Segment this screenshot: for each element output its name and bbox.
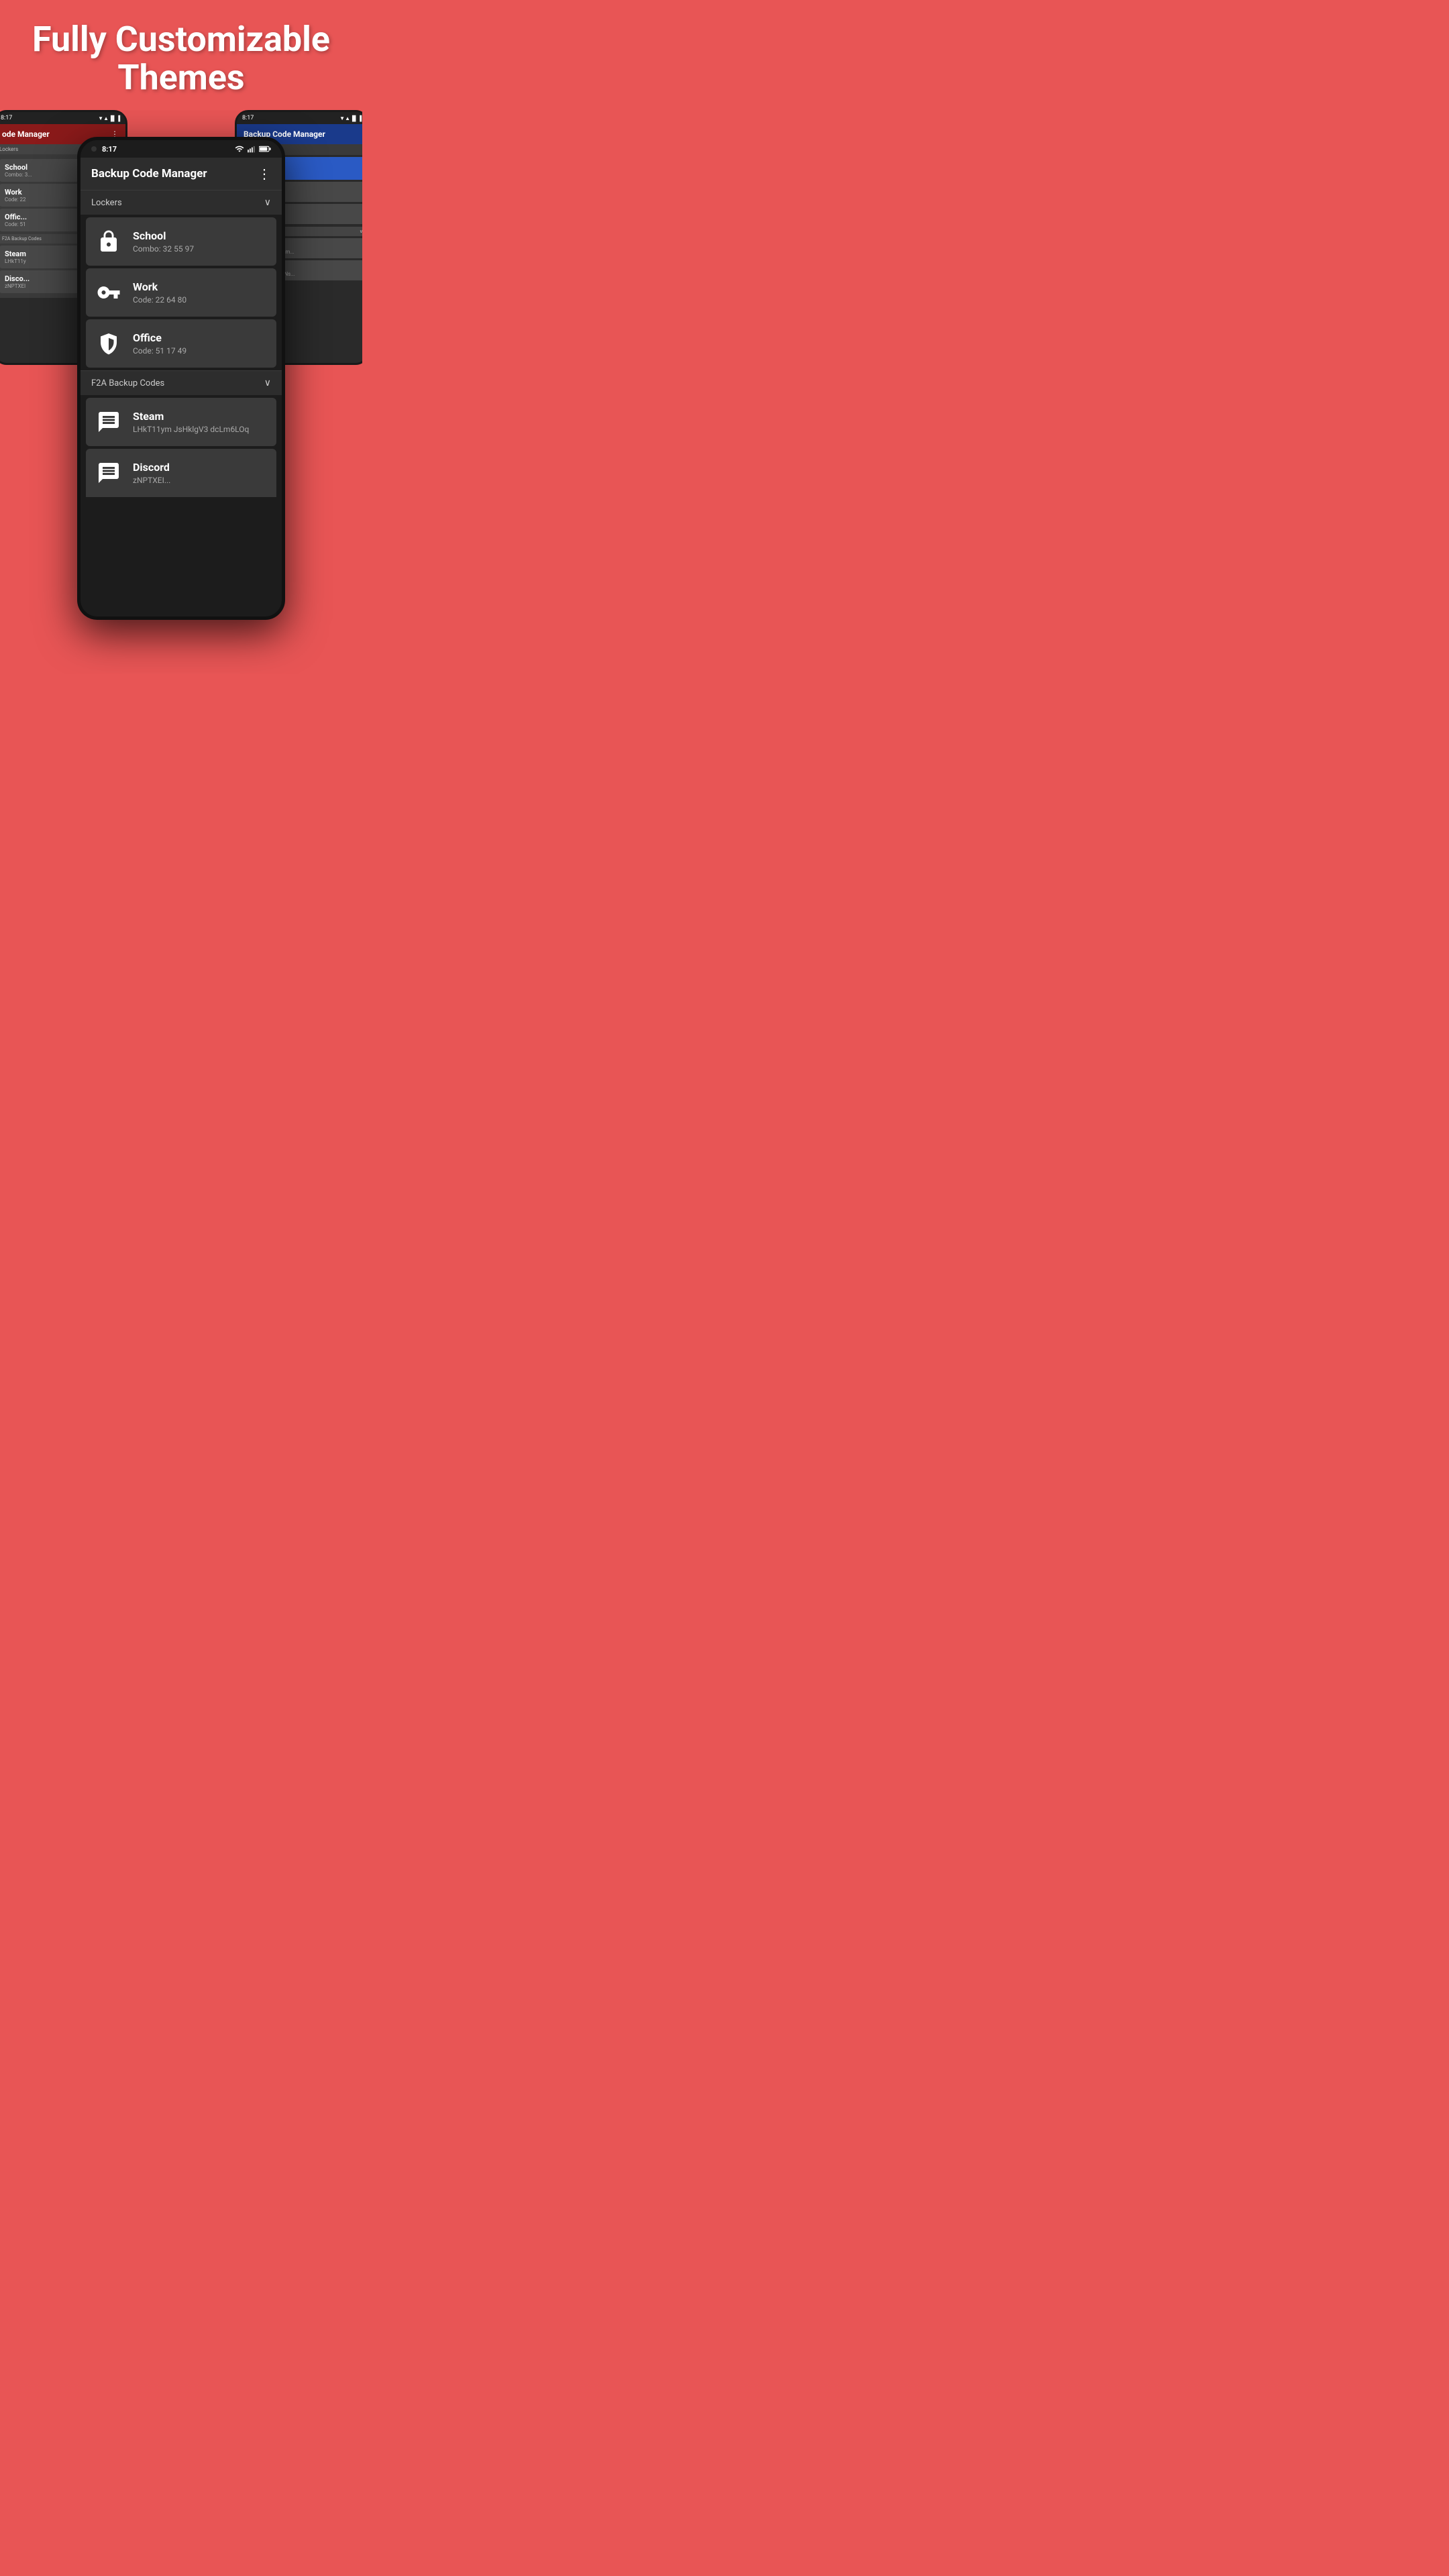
- office-item[interactable]: Office Code: 51 17 49: [86, 319, 276, 368]
- school-name: School: [133, 229, 268, 242]
- status-icons: [235, 144, 271, 154]
- lockers-section-header[interactable]: Lockers ∨: [80, 190, 282, 215]
- f2a-section-header[interactable]: F2A Backup Codes ∨: [80, 370, 282, 395]
- steam-text: Steam LHkT11ym JsHklgV3 dcLm6LOq: [133, 410, 268, 434]
- school-item[interactable]: School Combo: 32 55 97: [86, 217, 276, 266]
- school-value: Combo: 32 55 97: [133, 244, 268, 254]
- discord-text: Discord zNPTXEI...: [133, 461, 268, 485]
- steam-name: Steam: [133, 410, 268, 423]
- header-title-line1: Fully Customizable: [32, 19, 330, 60]
- message-icon: [94, 407, 123, 437]
- signal-icon: [247, 144, 256, 154]
- header-title: Fully Customizable Themes: [13, 20, 349, 97]
- steam-item[interactable]: Steam LHkT11ym JsHklgV3 dcLm6LOq: [86, 398, 276, 446]
- office-value: Code: 51 17 49: [133, 346, 268, 356]
- header-title-line2: Themes: [117, 57, 244, 98]
- phones-container: 8:17 ▼▲▐▌▐ ode Manager ⋮ Lockers ∨ Schoo…: [0, 110, 362, 674]
- shield-icon: [94, 329, 123, 358]
- battery-icon: [259, 145, 271, 153]
- key-icon: [94, 278, 123, 307]
- bg-right-status-bar: 8:17 ▼▲▐▌▐: [237, 112, 362, 124]
- office-text: Office Code: 51 17 49: [133, 331, 268, 356]
- wifi-icon: [235, 144, 244, 154]
- work-text: Work Code: 22 64 80: [133, 280, 268, 305]
- discord-name: Discord: [133, 461, 268, 474]
- lock-icon: [94, 227, 123, 256]
- lockers-label: Lockers: [91, 198, 122, 208]
- time-display: 8:17: [102, 145, 117, 154]
- f2a-label: F2A Backup Codes: [91, 378, 164, 388]
- work-value: Code: 22 64 80: [133, 295, 268, 305]
- menu-button[interactable]: ⋮: [258, 166, 271, 182]
- status-bar: 8:17: [80, 140, 282, 158]
- steam-value: LHkT11ym JsHklgV3 dcLm6LOq: [133, 425, 268, 434]
- discord-message-icon: [94, 458, 123, 488]
- app-bar: Backup Code Manager ⋮: [80, 158, 282, 190]
- app-bar-title: Backup Code Manager: [91, 167, 207, 180]
- school-text: School Combo: 32 55 97: [133, 229, 268, 254]
- work-name: Work: [133, 280, 268, 293]
- discord-item[interactable]: Discord zNPTXEI...: [86, 449, 276, 497]
- camera-dot: [91, 146, 97, 152]
- f2a-chevron-icon: ∨: [264, 378, 271, 388]
- discord-value: zNPTXEI...: [133, 476, 268, 485]
- lockers-chevron-icon: ∨: [264, 197, 271, 208]
- work-item[interactable]: Work Code: 22 64 80: [86, 268, 276, 317]
- header-banner: Fully Customizable Themes: [0, 0, 362, 110]
- office-name: Office: [133, 331, 268, 344]
- bg-left-status-bar: 8:17 ▼▲▐▌▐: [0, 112, 125, 124]
- main-phone: 8:17: [77, 137, 285, 620]
